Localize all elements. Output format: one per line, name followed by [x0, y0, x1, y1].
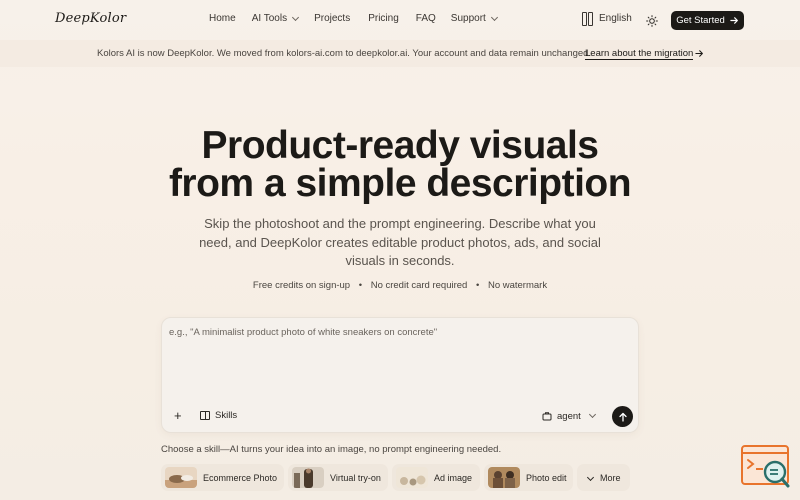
thumbnail-image	[488, 467, 520, 488]
language-label: English	[599, 12, 632, 24]
nav-item-pricing[interactable]: Pricing	[368, 13, 399, 24]
chip-label: More	[600, 472, 621, 483]
skill-chip-photo-edit[interactable]: Photo edit	[484, 464, 573, 491]
arrow-right-icon	[730, 17, 738, 24]
brand-logo[interactable]: DeepKolor	[55, 11, 126, 26]
hero-perks: Free credits on sign-up • No credit card…	[0, 280, 800, 291]
language-selector[interactable]: English	[582, 12, 632, 26]
skills-hint: Choose a skill—AI turns your idea into a…	[161, 444, 502, 455]
more-skills-button[interactable]: More	[577, 464, 630, 491]
nav-links: Home AI Tools Projects Pricing FAQ Suppo…	[209, 13, 498, 24]
prompt-box: + Skills agent	[161, 317, 639, 433]
help-widget[interactable]	[741, 445, 791, 490]
hero-subtitle: Skip the photoshoot and the prompt engin…	[199, 216, 601, 268]
nav-item-label: FAQ	[415, 13, 436, 24]
prompt-input[interactable]	[169, 327, 629, 387]
nav-item-support[interactable]: Support	[450, 13, 498, 24]
perk-item: No credit card required	[370, 280, 468, 291]
briefcase-icon	[542, 412, 552, 421]
chip-label: Ad image	[434, 472, 473, 483]
nav-item-ai-tools[interactable]: AI Tools	[251, 13, 300, 24]
banner-message: Kolors AI is now DeepKolor. We moved fro…	[97, 48, 592, 59]
send-button[interactable]	[612, 406, 633, 427]
mode-label: agent	[557, 410, 581, 422]
code-search-icon	[741, 445, 790, 488]
top-navigation: DeepKolor Home AI Tools Projects Pricing…	[0, 0, 800, 40]
nav-item-label: Pricing	[368, 13, 399, 24]
chip-label: Photo edit	[526, 472, 567, 483]
nav-item-label: Projects	[314, 13, 351, 24]
thumbnail-image	[292, 467, 324, 488]
skill-chip-ad-image[interactable]: Ad image	[392, 464, 480, 491]
perk-separator: •	[475, 280, 480, 291]
hero-title-line-1: Product-ready visuals	[201, 124, 599, 167]
get-started-label: Get Started	[676, 15, 725, 26]
migration-banner: Kolors AI is now DeepKolor. We moved fro…	[0, 40, 800, 67]
chevron-down-icon	[586, 473, 595, 482]
chip-label: Ecommerce Photo	[203, 472, 278, 483]
language-icon	[582, 12, 593, 26]
nav-item-label: Support	[450, 13, 486, 24]
thumbnail-image	[165, 467, 197, 488]
perk-item: Free credits on sign-up	[252, 280, 351, 291]
hero-title-line-2: from a simple description	[168, 162, 632, 205]
add-attachment-button[interactable]: +	[174, 409, 182, 422]
nav-item-home[interactable]: Home	[209, 13, 236, 24]
migration-link[interactable]: Learn about the migration	[585, 48, 694, 60]
mode-selector[interactable]: agent	[536, 407, 601, 425]
chevron-down-icon	[292, 13, 300, 21]
nav-item-label: AI Tools	[251, 13, 288, 24]
chevron-down-icon	[588, 410, 596, 419]
nav-item-projects[interactable]: Projects	[314, 13, 350, 24]
perk-item: No watermark	[487, 280, 548, 291]
book-icon	[200, 411, 210, 420]
arrow-up-icon	[618, 412, 627, 422]
skills-label: Skills	[215, 410, 238, 421]
nav-item-label: Home	[209, 13, 236, 24]
skill-chip-virtual-try-on[interactable]: Virtual try-on	[288, 464, 388, 491]
skills-button[interactable]: Skills	[200, 410, 237, 421]
hero-title: Product-ready visuals from a simple desc…	[0, 124, 800, 205]
arrow-right-icon[interactable]	[695, 49, 704, 58]
get-started-button[interactable]: Get Started	[671, 11, 744, 30]
thumbnail-image	[396, 467, 428, 488]
chevron-down-icon	[490, 13, 498, 21]
perk-separator: •	[358, 280, 363, 291]
sun-icon	[646, 15, 658, 27]
skill-chip-ecommerce-photo[interactable]: Ecommerce Photo	[161, 464, 284, 491]
chip-label: Virtual try-on	[330, 472, 381, 483]
theme-toggle[interactable]	[646, 14, 658, 27]
nav-item-faq[interactable]: FAQ	[416, 13, 436, 24]
